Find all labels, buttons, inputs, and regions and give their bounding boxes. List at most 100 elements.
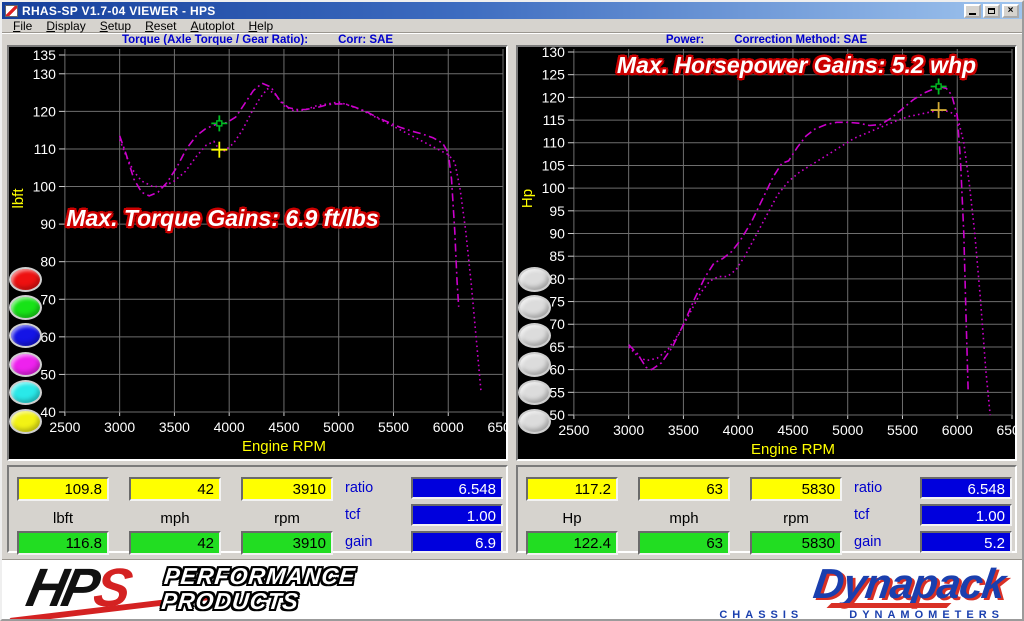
x-tick-label: 6500 [996,422,1015,438]
menu-display[interactable]: Display [39,19,92,33]
trace-button-magenta[interactable] [9,352,42,377]
run1-rpm-value: 5830 [750,477,842,501]
y-tick-label: 55 [549,384,565,400]
menu-setup[interactable]: Setup [93,19,138,33]
trace-button-gray-1[interactable] [518,267,551,292]
torque-chart-header: Torque (Axle Torque / Gear Ratio): Corr:… [7,34,508,45]
y-tick-label: 100 [542,180,566,196]
x-tick-label: 4000 [214,419,245,435]
cursor-marker-square [936,84,941,89]
x-axis-label: Engine RPM [751,441,835,458]
ratio-value: 6.548 [920,477,1012,499]
x-tick-label: 6000 [433,419,464,435]
run2-mph-value: 42 [129,531,221,555]
run2-rpm-value: 5830 [750,531,842,555]
logo-strip: HPS PERFORMANCE PRODUCTS Dynapack CHASSI… [0,559,1024,621]
y-tick-label: 105 [542,157,566,173]
x-tick-label: 3000 [104,419,135,435]
y-tick-label: 130 [542,47,566,60]
window-title: RHAS-SP V1.7-04 VIEWER - HPS [22,4,962,18]
trace-button-gray-3[interactable] [518,323,551,348]
hps-logo: HPS PERFORMANCE PRODUCTS [28,562,354,614]
power-curve-dashdot [629,87,969,393]
dynapack-wordmark: Dynapack [811,564,1007,604]
y-tick-label: 65 [549,339,565,355]
x-tick-label: 2500 [558,422,589,438]
hps-logo-mark: HPS [22,562,146,614]
torque-chart-plot[interactable]: 2500300035004000450050005500600065004050… [9,47,506,459]
run1-Hp-value: 117.2 [526,477,618,501]
run2-lbft-value: 116.8 [17,531,109,555]
trace-button-gray-4[interactable] [518,352,551,377]
torque-correction-label: Corr: SAE [338,34,393,46]
trace-button-gray-5[interactable] [518,380,551,405]
menu-file[interactable]: File [6,19,39,33]
power-correction-label: Correction Method: SAE [734,34,867,46]
y-tick-label: 130 [33,66,57,82]
cursor-marker-square [217,121,222,126]
dynapack-logo: Dynapack CHASSIS DYNAMOMETERS [719,564,1004,621]
torque-curve-dotted [120,89,481,393]
y-axis-label: Hp [519,189,536,208]
run2-Hp-value: 122.4 [526,531,618,555]
power-gains-annotation: Max. Horsepower Gains: 5.2 whp [578,52,1015,79]
gain-value: 6.9 [411,531,503,553]
torque-header-label: Torque (Axle Torque / Gear Ratio): [122,34,308,46]
torque-gains-annotation: Max. Torque Gains: 6.9 ft/lbs [9,205,436,232]
minimize-button[interactable] [964,4,981,18]
close-button[interactable]: × [1002,4,1019,18]
y-tick-label: 80 [40,254,56,270]
y-tick-label: 40 [40,404,56,420]
menu-help[interactable]: Help [242,19,281,33]
ratio-value: 6.548 [411,477,503,499]
y-tick-label: 50 [40,366,56,382]
run1-mph-value: 42 [129,477,221,501]
x-tick-label: 5500 [887,422,918,438]
power-chart-panel: 2500300035004000450050005500600065005055… [516,45,1017,461]
x-tick-label: 4500 [268,419,299,435]
run1-lbft-value: 109.8 [17,477,109,501]
hps-logo-words: PERFORMANCE PRODUCTS [160,564,356,614]
gain-label: gain [854,534,914,550]
hps-performance-text: PERFORMANCE [163,564,357,589]
menu-bar: FileDisplaySetupResetAutoplotHelp [2,19,1022,33]
run1-mph-value: 63 [638,477,730,501]
x-tick-label: 5000 [323,419,354,435]
x-tick-label: 3000 [613,422,644,438]
unit-label-mph: mph [638,510,730,527]
trace-button-cyan[interactable] [9,380,42,405]
x-tick-label: 6000 [942,422,973,438]
menu-reset[interactable]: Reset [138,19,183,33]
x-axis-label: Engine RPM [242,438,326,455]
power-chart-plot[interactable]: 2500300035004000450050005500600065005055… [518,47,1015,459]
x-tick-label: 5500 [378,419,409,435]
y-tick-label: 95 [549,203,565,219]
gain-value: 5.2 [920,531,1012,553]
trace-button-gray-2[interactable] [518,295,551,320]
dynapack-dynamometers-text: DYNAMOMETERS [849,609,1004,621]
dynapack-subtitle: CHASSIS DYNAMOMETERS [719,609,1004,621]
unit-label-rpm: rpm [241,510,333,527]
x-tick-label: 2500 [49,419,80,435]
trace-button-yellow[interactable] [9,409,42,434]
y-tick-label: 80 [549,271,565,287]
unit-label-Hp: Hp [526,510,618,527]
title-bar: RHAS-SP V1.7-04 VIEWER - HPS × [2,2,1022,19]
y-tick-label: 60 [549,362,565,378]
trace-button-green[interactable] [9,295,42,320]
y-tick-label: 120 [542,89,566,105]
y-tick-label: 85 [549,248,565,264]
trace-button-blue[interactable] [9,323,42,348]
dynapack-chassis-text: CHASSIS [719,609,803,621]
y-tick-label: 100 [33,179,57,195]
tcf-label: tcf [345,507,405,523]
ratio-label: ratio [345,480,405,496]
y-tick-label: 125 [542,67,566,83]
y-tick-label: 110 [34,141,56,157]
run1-rpm-value: 3910 [241,477,333,501]
menu-autoplot[interactable]: Autoplot [183,19,241,33]
restore-button[interactable] [983,4,1000,18]
app-icon [5,5,18,17]
trace-button-gray-6[interactable] [518,409,551,434]
trace-button-red[interactable] [9,267,42,292]
